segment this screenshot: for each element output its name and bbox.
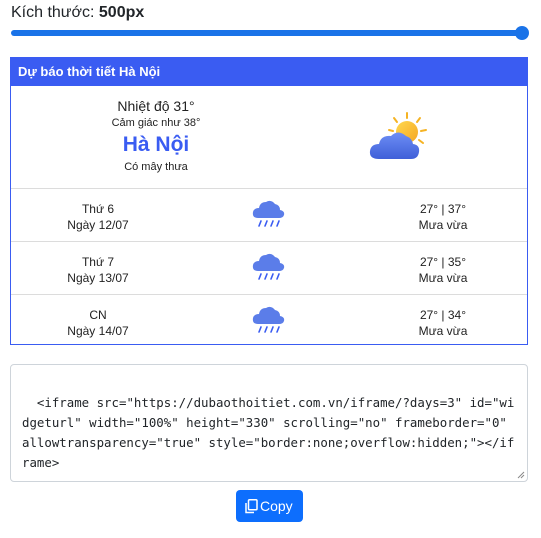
forecast-condition: Mưa vừa bbox=[418, 324, 468, 338]
widget-header: Dự báo thời tiết Hà Nội bbox=[11, 58, 527, 86]
forecast-day: Thứ 6 bbox=[81, 202, 115, 216]
rain-cloud-icon bbox=[252, 306, 285, 333]
forecast-day: CN bbox=[89, 308, 107, 322]
size-label-text: Kích thước: bbox=[11, 4, 95, 21]
feels-like: Cảm giác như 38° bbox=[111, 117, 201, 129]
resize-handle-icon[interactable] bbox=[517, 471, 525, 479]
size-label: Kích thước: 500px bbox=[11, 4, 144, 22]
weather-widget: Dự báo thời tiết Hà Nội Nhiệt độ 31° Cảm… bbox=[10, 57, 528, 345]
copy-button-label: Copy bbox=[260, 498, 293, 514]
forecast-temps: 27° | 37° bbox=[419, 202, 467, 216]
rain-cloud-icon bbox=[252, 200, 285, 227]
forecast-temps: 27° | 35° bbox=[419, 255, 467, 269]
rain-cloud-icon bbox=[252, 253, 285, 280]
forecast-date: Ngày 14/07 bbox=[67, 324, 129, 338]
partly-cloudy-sun-icon bbox=[369, 112, 427, 159]
forecast-condition: Mưa vừa bbox=[418, 271, 468, 285]
embed-code-text[interactable]: <iframe src="https://dubaothoitiet.com.v… bbox=[22, 395, 514, 470]
city-name: Hà Nội bbox=[122, 133, 190, 156]
slider-track[interactable] bbox=[11, 30, 523, 36]
forecast-date: Ngày 12/07 bbox=[67, 218, 129, 232]
current-weather: Nhiệt độ 31° Cảm giác như 38° Hà Nội Có … bbox=[11, 86, 527, 189]
forecast-date: Ngày 13/07 bbox=[67, 271, 129, 285]
forecast-condition: Mưa vừa bbox=[418, 218, 468, 232]
forecast-day: Thứ 7 bbox=[81, 255, 115, 269]
forecast-temps: 27° | 34° bbox=[419, 308, 467, 322]
embed-code-textarea[interactable]: <iframe src="https://dubaothoitiet.com.v… bbox=[10, 364, 528, 482]
size-value: 500px bbox=[98, 4, 145, 21]
slider-thumb[interactable] bbox=[515, 26, 529, 40]
size-slider[interactable] bbox=[11, 26, 529, 40]
copy-icon bbox=[245, 498, 258, 514]
forecast-row: Thứ 6 Ngày 12/07 27° | 37° Mưa vừa bbox=[11, 189, 527, 242]
current-temp: Nhiệt độ 31° bbox=[117, 98, 195, 114]
forecast-row: Thứ 7 Ngày 13/07 27° | 35° Mưa vừa bbox=[11, 242, 527, 295]
forecast-row: CN Ngày 14/07 27° | 34° Mưa vừa bbox=[11, 295, 527, 347]
current-condition: Có mây thưa bbox=[124, 161, 188, 173]
copy-button[interactable]: Copy bbox=[236, 490, 303, 522]
